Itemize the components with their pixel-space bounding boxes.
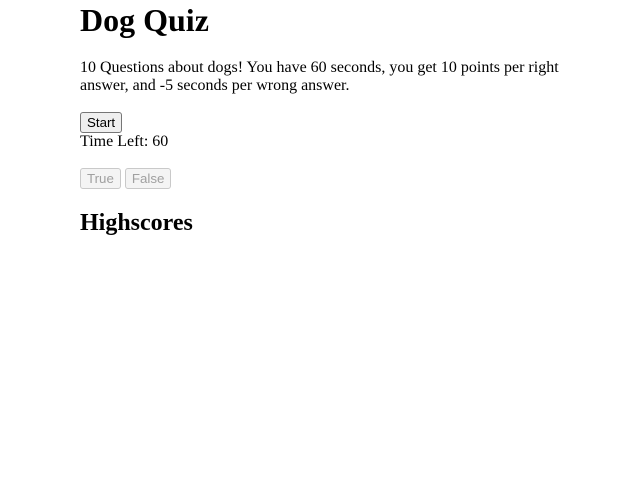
timer: Time Left: 60 — [80, 133, 580, 151]
timer-value: 60 — [152, 133, 169, 150]
quiz-container: Dog Quiz 10 Questions about dogs! You ha… — [80, 0, 580, 237]
true-button[interactable]: True — [80, 168, 121, 189]
false-button[interactable]: False — [124, 168, 172, 189]
page-title: Dog Quiz — [80, 2, 209, 38]
quiz-instructions: 10 Questions about dogs! You have 60 sec… — [80, 59, 559, 94]
highscores-heading: Highscores — [80, 210, 193, 236]
start-button[interactable]: Start — [80, 112, 123, 133]
timer-label: Time Left: — [80, 133, 153, 150]
answer-buttons: True False — [80, 168, 580, 189]
